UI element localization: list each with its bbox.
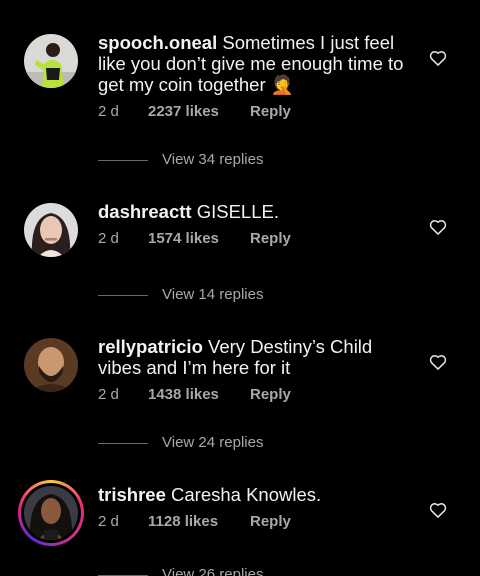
view-replies-label: View 34 replies <box>162 151 264 168</box>
comment-username[interactable]: trishree <box>98 484 166 505</box>
comment-body: Caresha Knowles. <box>165 484 322 505</box>
replies-divider <box>98 574 148 576</box>
avatar-image <box>24 486 78 540</box>
avatar-image <box>24 203 78 257</box>
replies-divider <box>98 442 148 444</box>
comment-text: trishree Caresha Knowles. <box>98 484 420 505</box>
comment-likes[interactable]: 2237 likes <box>148 103 250 120</box>
avatar <box>24 486 78 540</box>
view-replies-button[interactable]: View 26 replies <box>98 566 263 576</box>
comment-username[interactable]: spooch.oneal <box>98 32 217 53</box>
comment-time: 2 d <box>98 230 119 247</box>
view-replies-button[interactable]: View 34 replies <box>98 151 263 168</box>
comment-time: 2 d <box>98 386 119 403</box>
avatar[interactable] <box>24 338 78 392</box>
comment-time: 2 d <box>98 513 119 530</box>
comment-meta: 2 d 1438 likes Reply <box>98 386 291 403</box>
comment-meta: 2 d 1128 likes Reply <box>98 513 291 530</box>
heart-outline-icon[interactable] <box>428 48 448 68</box>
avatar[interactable] <box>24 34 78 88</box>
reply-button[interactable]: Reply <box>250 386 291 403</box>
comment-username[interactable]: rellypatricio <box>98 336 203 357</box>
view-replies-button[interactable]: View 24 replies <box>98 434 263 451</box>
avatar-image <box>24 338 78 392</box>
reply-button[interactable]: Reply <box>250 103 291 120</box>
comment-text: dashreactt GISELLE. <box>98 201 420 222</box>
comment-likes[interactable]: 1438 likes <box>148 386 250 403</box>
comment-meta: 2 d 1574 likes Reply <box>98 230 291 247</box>
comment-username[interactable]: dashreactt <box>98 201 192 222</box>
heart-outline-icon[interactable] <box>428 500 448 520</box>
avatar-ring-gap <box>21 483 81 543</box>
heart-outline-icon[interactable] <box>428 217 448 237</box>
reply-button[interactable]: Reply <box>250 230 291 247</box>
comment-meta: 2 d 2237 likes Reply <box>98 103 291 120</box>
comment-time: 2 d <box>98 103 119 120</box>
comments-screen: spooch.oneal Sometimes I just feel like … <box>0 0 480 576</box>
comment-text: rellypatricio Very Destiny’s Child vibes… <box>98 336 420 378</box>
view-replies-label: View 24 replies <box>162 434 264 451</box>
view-replies-button[interactable]: View 14 replies <box>98 286 263 303</box>
view-replies-label: View 14 replies <box>162 286 264 303</box>
avatar-image <box>24 34 78 88</box>
comment-body: GISELLE. <box>191 201 279 222</box>
avatar-story-ring[interactable] <box>18 480 84 546</box>
comment-likes[interactable]: 1574 likes <box>148 230 250 247</box>
comment-likes[interactable]: 1128 likes <box>148 513 250 530</box>
view-replies-label: View 26 replies <box>162 566 264 576</box>
avatar[interactable] <box>24 203 78 257</box>
replies-divider <box>98 294 148 296</box>
reply-button[interactable]: Reply <box>250 513 291 530</box>
replies-divider <box>98 159 148 161</box>
comment-text: spooch.oneal Sometimes I just feel like … <box>98 32 420 95</box>
heart-outline-icon[interactable] <box>428 352 448 372</box>
